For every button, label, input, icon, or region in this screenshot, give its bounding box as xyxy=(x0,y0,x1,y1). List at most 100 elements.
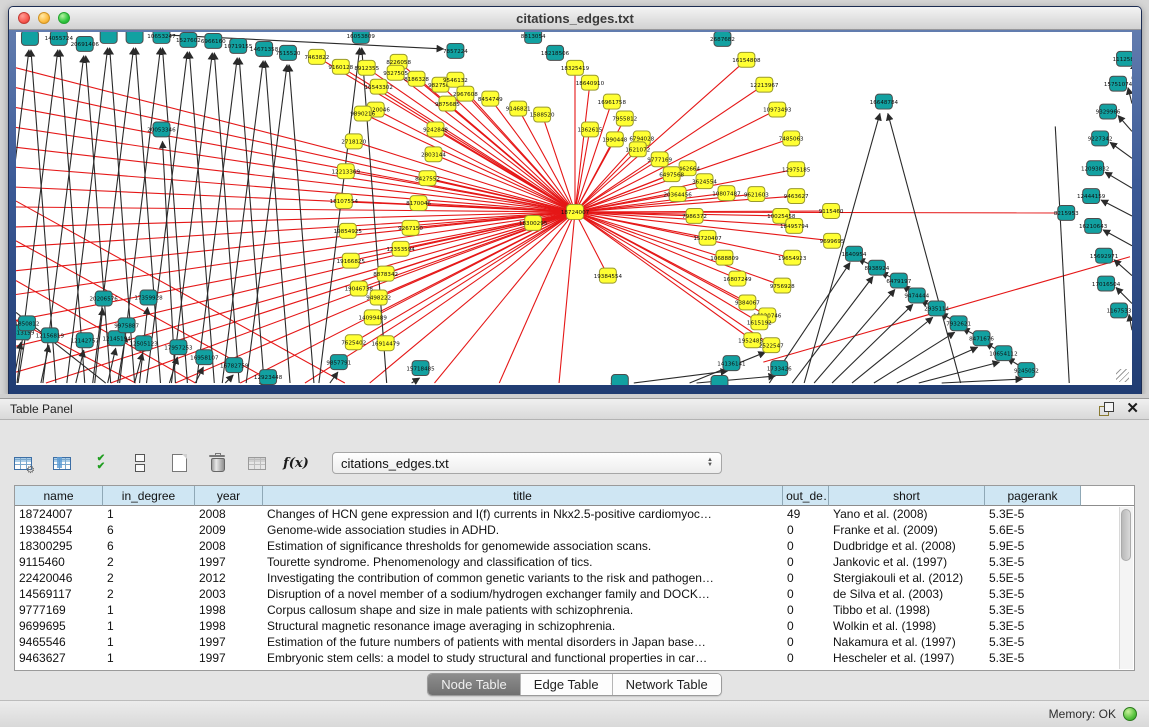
table-cell: 6 xyxy=(103,538,195,554)
node-label: 18107554 xyxy=(330,199,359,205)
table-row[interactable]: 2242004622012Investigating the contribut… xyxy=(15,570,1134,586)
node-label: 18495794 xyxy=(780,224,809,230)
node-label: 20053346 xyxy=(147,128,176,134)
column-header[interactable]: pagerank xyxy=(985,486,1081,506)
close-panel-icon[interactable]: ✕ xyxy=(1126,402,1139,416)
table-row[interactable]: 969969511998Structural magnetic resonanc… xyxy=(15,618,1134,634)
table-row[interactable]: 1456911722003Disruption of a novel membe… xyxy=(15,586,1134,602)
node-label: 8471676 xyxy=(969,336,994,342)
table-cell: 5.5E-5 xyxy=(985,570,1081,586)
select-columns-button[interactable]: ✔✔ xyxy=(88,450,114,476)
table-cell: 1997 xyxy=(195,554,263,570)
resize-grip[interactable] xyxy=(1116,369,1129,382)
row-height-button[interactable] xyxy=(127,450,153,476)
node-label: 1527602 xyxy=(176,38,201,44)
table-row[interactable]: 946554611997Estimation of the future num… xyxy=(15,634,1134,650)
table-cell: 1 xyxy=(103,650,195,666)
delete-column-button[interactable] xyxy=(205,450,231,476)
window-titlebar[interactable]: citations_edges.txt xyxy=(9,7,1141,30)
edge xyxy=(804,114,880,383)
import-table-button[interactable] xyxy=(244,450,270,476)
table-cell: 22420046 xyxy=(15,570,103,586)
table-row[interactable]: 946362711997Embryonic stem cells: a mode… xyxy=(15,650,1134,666)
zoom-window-button[interactable] xyxy=(58,12,70,24)
edge xyxy=(1103,230,1132,246)
column-header[interactable]: short xyxy=(829,486,985,506)
table-cell: 6 xyxy=(103,522,195,538)
table-cell: Changes of HCN gene expression and I(f) … xyxy=(263,506,783,522)
node-label: 9160128 xyxy=(328,65,353,71)
graph-node[interactable] xyxy=(100,32,117,43)
node-label: 16961758 xyxy=(598,100,627,106)
show-columns-button[interactable] xyxy=(49,450,75,476)
table-settings-button[interactable]: ⚙ xyxy=(10,450,36,476)
close-window-button[interactable] xyxy=(18,12,30,24)
node-label: 18724007 xyxy=(561,210,590,216)
minimize-window-button[interactable] xyxy=(38,12,50,24)
node-label: 20691406 xyxy=(71,42,100,48)
table-cell: 5.9E-5 xyxy=(985,538,1081,554)
edge xyxy=(1116,288,1132,304)
node-label: 9313159 xyxy=(16,330,35,336)
tab-edge-table[interactable]: Edge Table xyxy=(521,674,613,695)
node-label: 9975887 xyxy=(114,324,139,330)
memory-status-indicator[interactable] xyxy=(1123,707,1137,721)
edge xyxy=(1110,142,1132,158)
table-cell: de Silva et al. (2003) xyxy=(829,586,985,602)
node-label: 9621603 xyxy=(744,192,769,198)
scrollbar-thumb[interactable] xyxy=(1121,509,1131,561)
function-builder-button[interactable]: f(x) xyxy=(283,450,309,476)
edge xyxy=(852,317,933,383)
node-label: 9115460 xyxy=(819,209,844,215)
column-header[interactable]: in_degree xyxy=(103,486,195,506)
edge xyxy=(189,52,214,383)
selected-edge xyxy=(575,83,590,212)
column-header[interactable]: name xyxy=(15,486,103,506)
column-header[interactable]: title xyxy=(263,486,783,506)
network-canvas[interactable]: 7463822916012889123558226058932750581863… xyxy=(16,32,1132,385)
graph-node[interactable] xyxy=(21,32,38,45)
column-header[interactable]: year xyxy=(195,486,263,506)
table-scrollbar[interactable] xyxy=(1119,507,1133,669)
node-label: 16154808 xyxy=(732,58,761,64)
node-label: 16782759 xyxy=(220,363,249,369)
table-cell: Estimation of the future numbers of pati… xyxy=(263,634,783,650)
node-label: 9267150 xyxy=(398,226,423,232)
rows-icon xyxy=(135,454,145,472)
memory-status-label: Memory: OK xyxy=(1049,707,1116,721)
edge xyxy=(1105,172,1132,188)
node-label: 16807249 xyxy=(723,277,752,283)
table-row[interactable]: 1872400712008Changes of HCN gene express… xyxy=(15,506,1134,522)
node-label: 17957253 xyxy=(164,345,193,351)
window-frame: 7463822916012889123558226058932750581863… xyxy=(9,30,1141,394)
table-cell: 0 xyxy=(783,618,829,634)
float-panel-icon[interactable] xyxy=(1099,402,1114,416)
table-row[interactable]: 1938455462009Genome-wide association stu… xyxy=(15,522,1134,538)
new-column-button[interactable] xyxy=(166,450,192,476)
table-cell: Corpus callosum shape and size in male p… xyxy=(263,602,783,618)
table-cell: 2003 xyxy=(195,586,263,602)
table-header-row: namein_degreeyeartitle△out_de…shortpager… xyxy=(15,486,1134,506)
table-cell: 5.3E-5 xyxy=(985,506,1081,522)
node-label: 9699695 xyxy=(820,239,845,245)
edge xyxy=(919,362,1000,383)
node-label: 9777169 xyxy=(647,157,672,163)
graph-node[interactable] xyxy=(611,375,628,385)
selected-edge xyxy=(16,147,575,212)
tab-network-table[interactable]: Network Table xyxy=(613,674,721,695)
column-header[interactable]: △out_de… xyxy=(783,486,829,506)
table-row[interactable]: 977716911998Corpus callosum shape and si… xyxy=(15,602,1134,618)
graph-node[interactable] xyxy=(126,32,143,43)
edge xyxy=(1101,200,1132,216)
table-cell: 2 xyxy=(103,586,195,602)
node-label: 8215953 xyxy=(1054,211,1079,217)
table-cell: Franke et al. (2009) xyxy=(829,522,985,538)
citation-network-graph[interactable]: 7463822916012889123558226058932750581863… xyxy=(16,32,1132,385)
table-row[interactable]: 911546021997Tourette syndrome. Phenomeno… xyxy=(15,554,1134,570)
table-cell: 1998 xyxy=(195,602,263,618)
graph-node[interactable] xyxy=(711,376,728,385)
tab-node-table[interactable]: Node Table xyxy=(428,674,521,695)
table-row[interactable]: 1830029562008Estimation of significance … xyxy=(15,538,1134,554)
table-selector-dropdown[interactable]: citations_edges.txt ▲▼ xyxy=(332,452,722,474)
table-cell: Investigating the contribution of common… xyxy=(263,570,783,586)
